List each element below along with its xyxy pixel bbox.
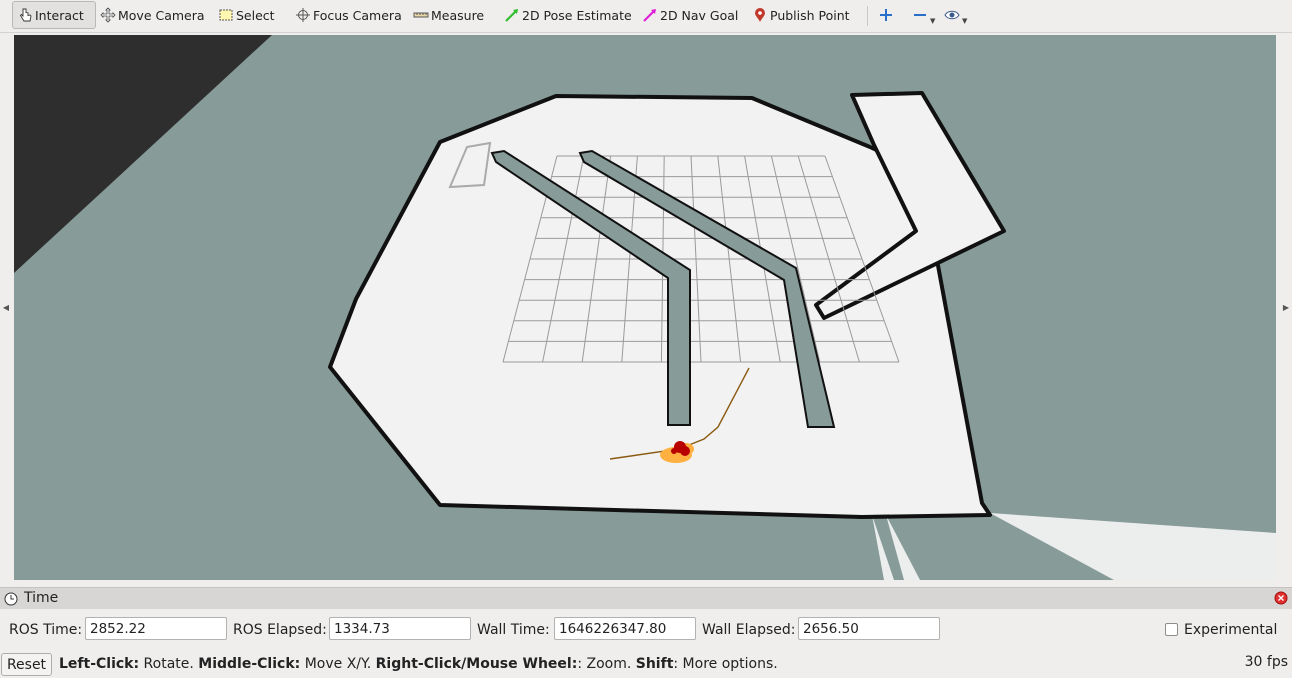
pose-estimate-tool-button[interactable]: 2D Pose Estimate: [504, 1, 632, 29]
move-camera-tool-label: Move Camera: [118, 7, 205, 23]
status-bar: Reset Left-Click: Rotate. Middle-Click: …: [0, 651, 1292, 678]
time-panel-row: ROS Time: ROS Elapsed: Wall Time: Wall E…: [0, 614, 1292, 644]
dark-corner-region: [14, 35, 272, 273]
add-tool-button[interactable]: [878, 1, 896, 29]
wall-elapsed-field[interactable]: [798, 617, 940, 640]
time-panel-header: Time: [0, 587, 1292, 609]
help-key: Middle-Click:: [198, 656, 301, 672]
time-panel-title: Time: [24, 590, 59, 606]
view-tool-button[interactable]: ▼: [944, 1, 970, 29]
help-key: Right-Click/Mouse Wheel:: [375, 656, 578, 672]
fps-counter: 30 fps: [1244, 654, 1288, 670]
publish-point-tool-label: Publish Point: [770, 7, 850, 23]
toolbar-separator: [867, 6, 868, 26]
wall-elapsed-label: Wall Elapsed:: [702, 622, 796, 638]
nav-goal-tool-label: 2D Nav Goal: [660, 7, 739, 23]
plus-icon: [880, 9, 892, 21]
left-panel-collapse-handle[interactable]: ◀: [0, 35, 12, 580]
toolbar: Interact Move Camera Select Focus Camera…: [0, 0, 1292, 33]
green-arrow-icon: [505, 9, 518, 22]
render-viewport[interactable]: [14, 35, 1276, 580]
experimental-checkbox[interactable]: [1165, 623, 1178, 636]
select-rect-icon: [219, 9, 233, 21]
move-camera-tool-button[interactable]: Move Camera: [100, 1, 205, 29]
pose-estimate-tool-label: 2D Pose Estimate: [522, 7, 632, 23]
laser-scan-rays: [872, 513, 1276, 580]
interact-tool-button[interactable]: Interact: [12, 1, 96, 29]
measure-tool-label: Measure: [431, 7, 485, 23]
publish-point-tool-button[interactable]: Publish Point: [752, 1, 850, 29]
magenta-arrow-icon: [643, 9, 656, 22]
help-key: Shift: [635, 656, 674, 672]
select-tool-button[interactable]: Select: [218, 1, 275, 29]
map-pin-icon: [755, 8, 765, 22]
remove-tool-button[interactable]: ▼: [912, 1, 936, 29]
eye-icon: [944, 10, 960, 20]
move-camera-icon: [100, 7, 116, 23]
ruler-icon: [413, 12, 429, 18]
minus-icon: [914, 14, 926, 16]
hand-pointer-icon: [19, 8, 32, 22]
wall-time-field[interactable]: [554, 617, 696, 640]
right-panel-collapse-handle[interactable]: ▶: [1280, 35, 1292, 580]
help-desc: : More options.: [673, 656, 778, 672]
focus-camera-tool-label: Focus Camera: [313, 7, 402, 23]
map-canvas[interactable]: [14, 35, 1276, 580]
select-tool-label: Select: [236, 7, 275, 23]
focus-crosshair-icon: [296, 8, 310, 22]
measure-tool-button[interactable]: Measure: [413, 1, 484, 29]
help-text: Left-Click: Rotate. Middle-Click: Move X…: [59, 656, 778, 672]
help-desc: Rotate.: [139, 656, 199, 672]
help-desc: : Zoom.: [577, 656, 636, 672]
close-icon[interactable]: [1274, 591, 1288, 605]
help-desc: Move X/Y.: [300, 656, 376, 672]
nav-goal-tool-button[interactable]: 2D Nav Goal: [642, 1, 738, 29]
reset-button[interactable]: Reset: [1, 653, 52, 676]
ros-elapsed-label: ROS Elapsed:: [233, 622, 327, 638]
help-key: Left-Click:: [59, 656, 140, 672]
ros-time-label: ROS Time:: [9, 622, 83, 638]
experimental-label: Experimental: [1184, 622, 1278, 638]
ros-elapsed-field[interactable]: [329, 617, 471, 640]
wall-time-label: Wall Time:: [477, 622, 550, 638]
focus-camera-tool-button[interactable]: Focus Camera: [295, 1, 402, 29]
interact-tool-label: Interact: [35, 7, 84, 23]
chevron-down-icon: ▼: [930, 17, 936, 25]
ros-time-field[interactable]: [85, 617, 227, 640]
clock-icon: [4, 592, 18, 606]
chevron-down-icon: ▼: [962, 17, 968, 25]
